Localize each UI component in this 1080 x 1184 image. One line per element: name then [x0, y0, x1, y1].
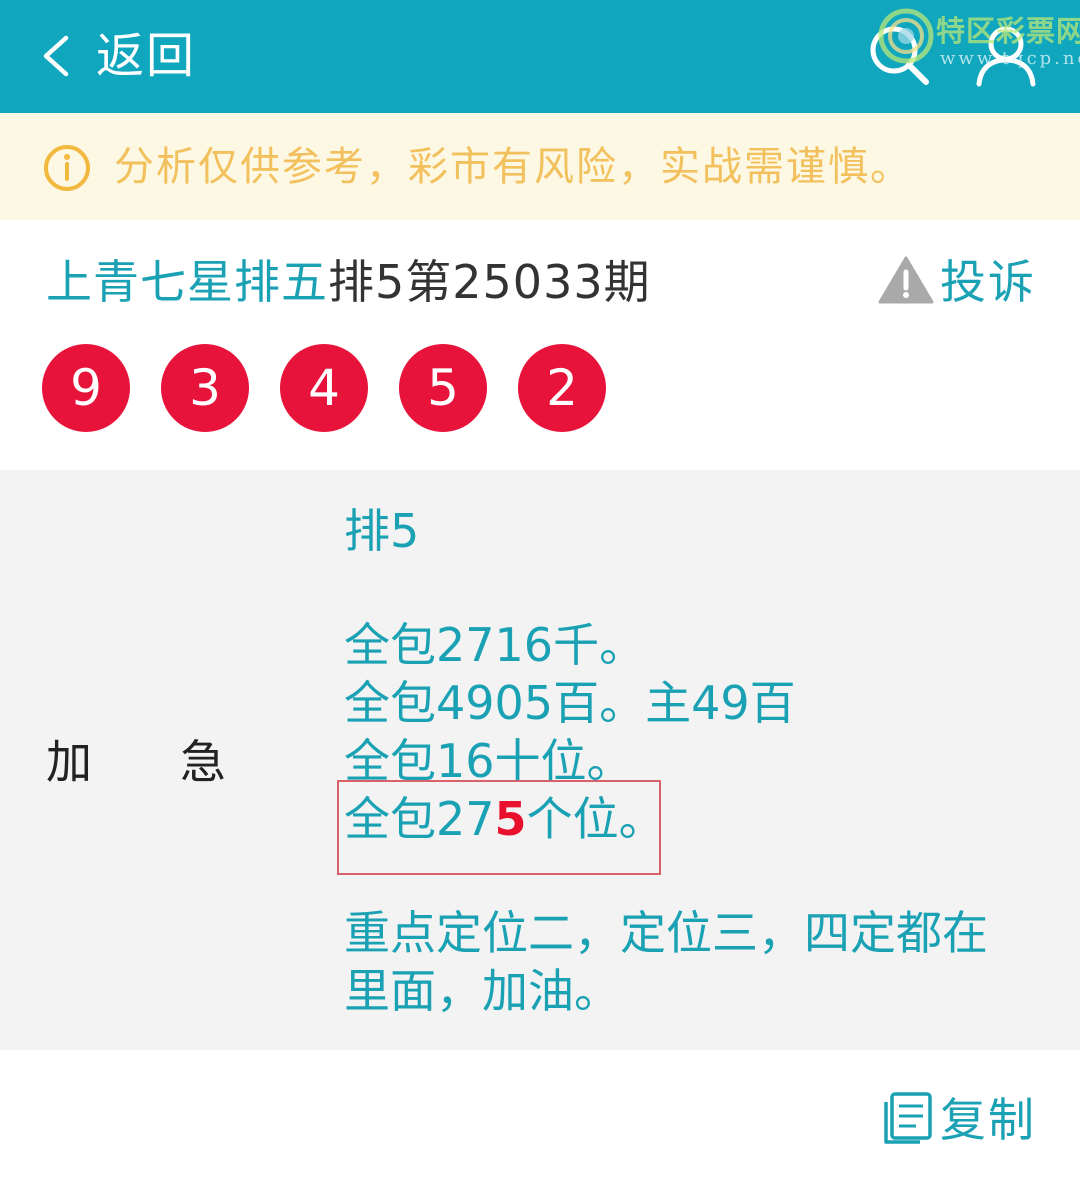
complaint-label: 投诉: [940, 255, 1036, 309]
number-ball: 2: [518, 344, 606, 432]
risk-notice: 分析仅供参考，彩市有风险，实战需谨慎。: [0, 113, 1080, 220]
period-title: 排5第25033期: [328, 255, 651, 309]
prediction-text: 排5 全包2716千。 全包4905百。主49百 全包16十位。 全包275个位…: [344, 502, 1044, 1020]
number-ball: 9: [42, 344, 130, 432]
prediction-panel: 加 急 排5 全包2716千。 全包4905百。主49百 全包16十位。 全包2…: [0, 470, 1080, 1050]
post-header: 上青七星排五排5第25033期 投诉 9 3 4 5 2: [0, 220, 1080, 470]
complaint-button[interactable]: 投诉: [878, 252, 1036, 312]
warning-icon: [878, 255, 934, 309]
tag-label-right: 急: [180, 735, 226, 789]
chevron-left-icon: [40, 24, 84, 88]
back-button[interactable]: 返回: [40, 24, 196, 88]
prediction-summary: 重点定位二，定位三，四定都在: [344, 906, 988, 960]
prediction-line: 全包2716千。: [344, 618, 646, 672]
winning-numbers: 9 3 4 5 2: [42, 344, 637, 432]
notice-text: 分析仅供参考，彩市有风险，实战需谨慎。: [114, 144, 912, 190]
back-label: 返回: [96, 28, 197, 84]
top-bar: 返回 特区彩票网 www.tqcp.net: [0, 0, 1080, 113]
info-circle-icon: [42, 143, 92, 197]
prediction-line: 全包4905百。主49百: [344, 676, 796, 730]
master-name[interactable]: 上青七星排五: [46, 255, 328, 309]
number-ball: 4: [280, 344, 368, 432]
watermark: 特区彩票网 www.tqcp.net: [878, 8, 1080, 78]
copy-button[interactable]: 复制: [878, 1090, 1036, 1150]
watermark-url: www.tqcp.net: [940, 48, 1080, 69]
watermark-name: 特区彩票网: [936, 14, 1080, 48]
prediction-heading: 排5: [344, 504, 420, 558]
prediction-summary: 里面，加油。: [344, 964, 620, 1018]
watermark-logo-icon: [878, 8, 934, 64]
copy-label: 复制: [940, 1093, 1036, 1147]
number-ball: 5: [399, 344, 487, 432]
number-ball: 3: [161, 344, 249, 432]
highlight-box: [337, 780, 661, 875]
tag-label-left: 加: [46, 735, 92, 789]
copy-icon: [878, 1090, 934, 1150]
page-title: 上青七星排五排5第25033期: [46, 250, 651, 314]
